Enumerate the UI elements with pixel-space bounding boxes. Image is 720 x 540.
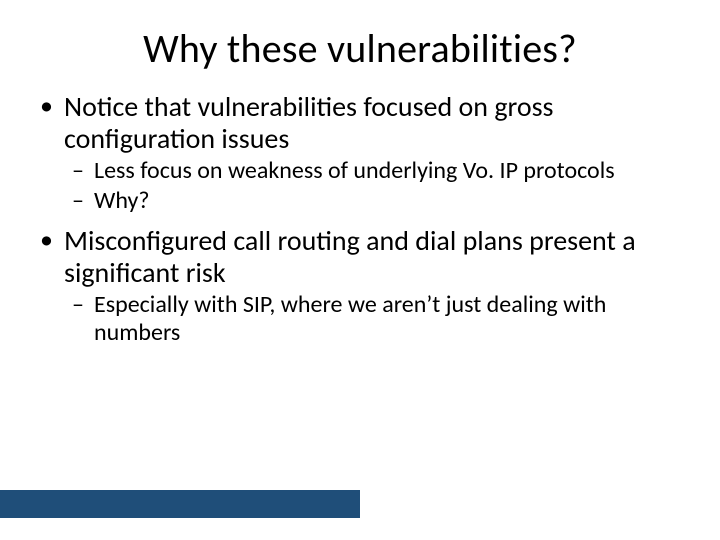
sub-list: Especially with SIP, where we aren’t jus…	[64, 291, 684, 346]
list-item: Notice that vulnerabilities focused on g…	[36, 91, 684, 215]
list-item: Misconfigured call routing and dial plan…	[36, 225, 684, 347]
list-item: Especially with SIP, where we aren’t jus…	[64, 291, 684, 346]
footer-accent-bar	[0, 490, 360, 518]
slide-body: Notice that vulnerabilities focused on g…	[0, 73, 720, 346]
list-item: Less focus on weakness of underlying Vo.…	[64, 157, 684, 185]
slide: Why these vulnerabilities? Notice that v…	[0, 0, 720, 540]
bullet-text: Especially with SIP, where we aren’t jus…	[94, 290, 606, 347]
bullet-text: Misconfigured call routing and dial plan…	[64, 223, 636, 290]
list-item: Why?	[64, 187, 684, 215]
slide-title: Why these vulnerabilities?	[0, 0, 720, 73]
bullet-text: Why?	[94, 186, 150, 215]
sub-list: Less focus on weakness of underlying Vo.…	[64, 157, 684, 214]
bullet-list: Notice that vulnerabilities focused on g…	[36, 91, 684, 346]
bullet-text: Notice that vulnerabilities focused on g…	[64, 89, 553, 156]
bullet-text: Less focus on weakness of underlying Vo.…	[94, 156, 615, 185]
